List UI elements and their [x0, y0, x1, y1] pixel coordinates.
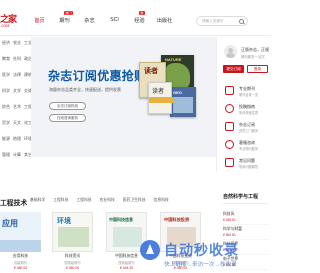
- submit-subscription-button[interactable]: 提交订阅: [223, 65, 244, 73]
- main-nav: 首页 热门 期刊 杂志 SCI 新 经验 出版社: [27, 11, 177, 24]
- category-sidebar: 经济 农业 工业 教育 社科 政治 医学 法律 建筑 科学 文学 交通 综合 艺术 工程 哲学 天文化…: [0, 37, 32, 172]
- cover-title: 应用: [2, 218, 18, 228]
- question-icon: [225, 158, 234, 167]
- magazine-title: 读者: [152, 88, 165, 95]
- category-link[interactable]: 综合: [2, 104, 10, 109]
- search-placeholder: 请输入关键字: [202, 19, 224, 23]
- nav-item-sci[interactable]: SCI: [102, 17, 127, 24]
- journal-level: 国家级期刊: [64, 261, 81, 265]
- user-panel: 正版杂志，正规 期刊服务一站式 提交订阅 登录 专业期刊 期刊目录一览 投稿指南…: [216, 37, 271, 172]
- avatar: [224, 45, 237, 58]
- magazine-cover-image: GEO: [170, 87, 196, 117]
- watermark-title: 自动秒收录: [164, 242, 239, 258]
- panel-item-desc: 常用问题解答: [239, 165, 259, 169]
- journal-price: ¥ 360.00: [65, 266, 80, 270]
- category-link[interactable]: 艺术: [13, 104, 21, 109]
- list-item[interactable]: 科技风 ¥ 268.00: [223, 210, 269, 225]
- list-item-name[interactable]: 科技风: [223, 212, 234, 217]
- watermark-logo-icon: [140, 240, 160, 260]
- magazine-cover-image: 读者: [148, 82, 173, 114]
- nav-label: SCI: [110, 17, 119, 23]
- journal-cover[interactable]: 环境: [52, 212, 93, 252]
- section-tabs: 基础科学 工程科技 工程科技 农业科技 医药卫生科技 信息科技: [30, 198, 177, 203]
- panel-item-desc: 如何快速发表: [239, 111, 259, 115]
- site-logo[interactable]: 之家 .COM: [0, 12, 20, 28]
- logo-text: 之家: [0, 14, 17, 24]
- nav-item-experience[interactable]: 新 经验: [127, 11, 152, 24]
- panel-item-desc: 期刊目录一览: [239, 93, 259, 97]
- nav-label: 杂志: [84, 18, 95, 24]
- online-consult-button[interactable]: 在线咨询服务: [49, 114, 86, 122]
- side-section-title: 自然科学与工程: [223, 194, 259, 200]
- panel-item-desc: 送货上门服务: [239, 129, 259, 133]
- panel-greeting: 正版杂志，正规: [241, 47, 269, 52]
- journal-card[interactable]: 环境 科技资讯 国家级期刊 ¥ 360.00: [52, 212, 93, 273]
- tab-engineering[interactable]: 工程科技: [53, 198, 68, 203]
- nav-item-publisher[interactable]: 出版社: [152, 17, 177, 24]
- category-link[interactable]: 经济: [2, 40, 10, 45]
- new-badge: 新: [139, 11, 146, 15]
- promo-banner[interactable]: 杂志订阅优惠抢购 海量杂志品类齐全，快速配送，提供发票 杂志订阅热线 在线咨询服…: [31, 37, 216, 157]
- divider: [223, 203, 269, 204]
- search-icon[interactable]: [239, 18, 244, 24]
- cover-title: 环境: [57, 216, 71, 225]
- hot-badge: 热门: [64, 11, 74, 15]
- site-header: 之家 .COM 首页 热门 期刊 杂志 SCI 新 经验 出版社 请输入关键字: [0, 0, 271, 36]
- nav-label: 经验: [134, 18, 145, 24]
- category-link[interactable]: 地理: [13, 136, 21, 141]
- banner-subtitle: 海量杂志品类齐全，快速配送，提供发票: [49, 87, 121, 92]
- watermark-subtitle: 快上链接→来访一次→秒收录: [164, 262, 237, 268]
- category-link[interactable]: 能源: [2, 136, 10, 141]
- nav-item-magazines[interactable]: 杂志: [77, 17, 102, 24]
- panel-item-desc: 专业顾问服务: [239, 147, 259, 151]
- tab-engineering-2[interactable]: 工程科技: [76, 198, 91, 203]
- category-link[interactable]: 医学: [2, 72, 10, 77]
- list-item-name[interactable]: 科学与财富: [223, 227, 242, 232]
- magazine-title: GEO: [173, 90, 182, 95]
- category-link[interactable]: 文学: [13, 88, 21, 93]
- category-link[interactable]: 社科: [13, 56, 21, 61]
- magazine-title: NATURE: [165, 57, 182, 62]
- nav-item-home[interactable]: 首页: [27, 17, 52, 24]
- cover-title: 中国科技投资: [164, 217, 190, 222]
- pen-icon: [225, 104, 234, 113]
- login-button[interactable]: 登录: [247, 65, 268, 73]
- journal-price: ¥ 480.00: [13, 266, 28, 270]
- category-link[interactable]: 天文: [13, 120, 21, 125]
- panel-item-faq[interactable]: 常见问题 常用问题解答: [217, 155, 272, 177]
- tab-agriculture[interactable]: 农业科技: [100, 198, 115, 203]
- section-title: 工程技术: [0, 200, 28, 207]
- nav-label: 首页: [34, 18, 45, 24]
- category-link[interactable]: 计算: [13, 152, 21, 157]
- logo-domain: .COM: [0, 24, 10, 28]
- journal-card[interactable]: 应用 应用科技 省级期刊 ¥ 480.00: [0, 212, 41, 273]
- category-link[interactable]: 教育: [2, 56, 10, 61]
- search-input[interactable]: 请输入关键字: [196, 16, 248, 26]
- category-link[interactable]: 科学: [2, 88, 10, 93]
- tab-medicine[interactable]: 医药卫生科技: [123, 198, 146, 203]
- nav-label: 期刊: [59, 18, 70, 24]
- banner-title: 杂志订阅优惠抢购: [48, 69, 147, 83]
- magazine-title: 读者: [144, 66, 158, 75]
- tab-information[interactable]: 信息科技: [154, 198, 169, 203]
- journal-name[interactable]: 科技资讯: [52, 254, 93, 259]
- panel-subtitle: 期刊服务一站式: [241, 55, 265, 59]
- watermark-overlay: 自动秒收录 快上链接→来访一次→秒收录: [140, 234, 270, 273]
- category-link[interactable]: 法律: [13, 72, 21, 77]
- nav-item-journals[interactable]: 热门 期刊: [52, 11, 77, 24]
- journal-name[interactable]: 应用科技: [0, 254, 41, 259]
- book-icon: [225, 86, 234, 95]
- journal-cover[interactable]: 应用: [0, 212, 41, 252]
- cart-icon: [225, 122, 234, 131]
- headset-icon: [225, 140, 234, 149]
- tab-basic-science[interactable]: 基础科学: [30, 198, 45, 203]
- nav-label: 出版社: [156, 18, 173, 24]
- list-item-price: ¥ 268.00: [223, 218, 236, 222]
- subscribe-hotline-button[interactable]: 杂志订阅热线: [49, 102, 86, 110]
- category-link[interactable]: 农业: [13, 40, 21, 45]
- category-link[interactable]: 管理: [2, 152, 10, 157]
- category-link[interactable]: 哲学: [2, 120, 10, 125]
- journal-level: 省级期刊: [14, 261, 27, 265]
- cover-title: 中国科技信息: [109, 217, 133, 222]
